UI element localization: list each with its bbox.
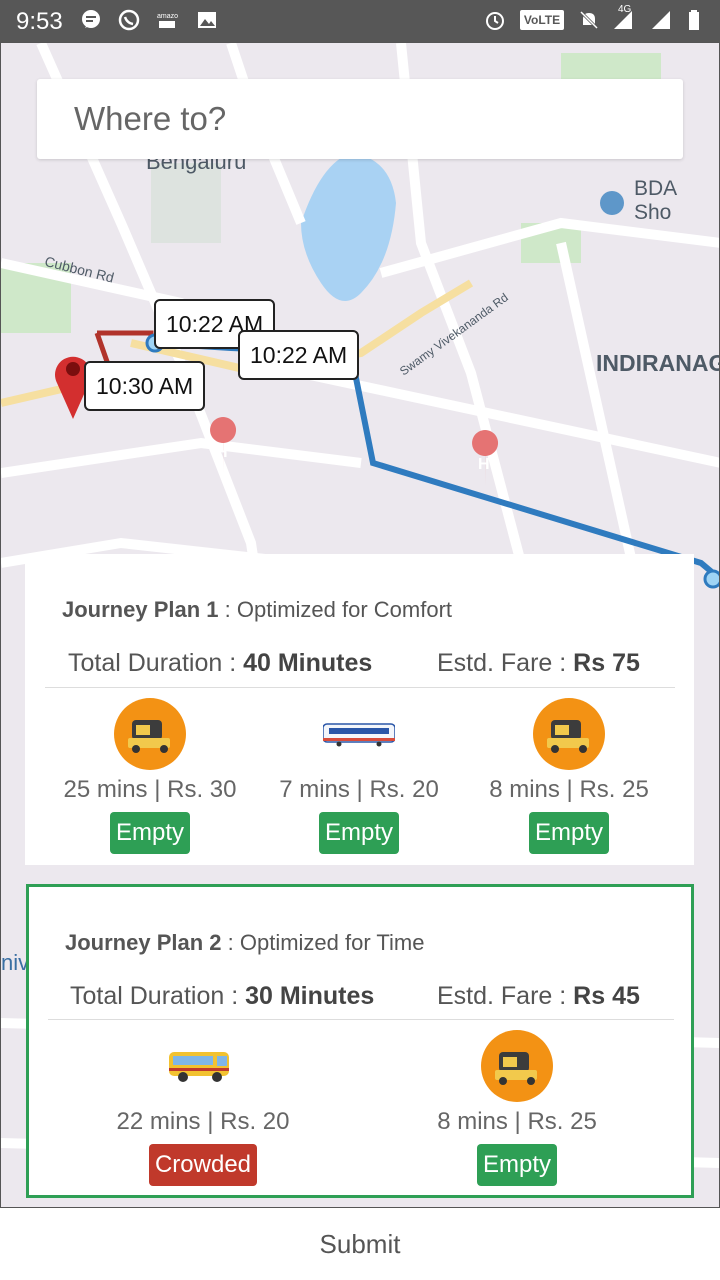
journey-leg[interactable]: 8 mins | Rs. 25 Empty [407, 1030, 627, 1186]
map-label-univ: niv [1, 950, 30, 975]
leg-info: 7 mins | Rs. 20 [279, 776, 439, 803]
journey-plan-card-1[interactable]: Journey Plan 1 : Optimized for Comfort T… [25, 554, 694, 865]
status-badge: Crowded [148, 1144, 258, 1186]
journey-plan-card-2[interactable]: Journey Plan 2 : Optimized for Time Tota… [26, 884, 694, 1198]
image-icon [198, 12, 216, 28]
estimated-fare: Estd. Fare : Rs 75 [437, 649, 640, 677]
estimated-fare: Estd. Fare : Rs 45 [437, 982, 640, 1010]
search-input[interactable] [72, 99, 656, 139]
leg-info: 22 mins | Rs. 20 [116, 1108, 290, 1135]
journey-leg[interactable]: 8 mins | Rs. 25 Empty [459, 698, 679, 854]
divider [48, 1019, 674, 1020]
battery-icon [689, 10, 699, 30]
status-badge: Empty [476, 1144, 557, 1186]
mute-icon [579, 10, 599, 30]
status-badge: Empty [109, 812, 190, 854]
amazon-icon: amazon [157, 13, 178, 28]
message-icon [82, 10, 100, 28]
plan-title: Journey Plan 2 : Optimized for Time [65, 930, 425, 955]
bus-icon [167, 1030, 239, 1102]
metro-train-icon [322, 698, 396, 770]
alarm-icon [486, 12, 504, 30]
hospital-icon: H [216, 444, 228, 461]
total-duration: Total Duration : 40 Minutes [68, 649, 373, 677]
status-bar: 9:53 amazon VoLTE 4G [0, 0, 720, 42]
leg-info: 8 mins | Rs. 25 [489, 776, 649, 803]
status-time: 9:53 [16, 8, 63, 35]
submit-button[interactable]: Submit [0, 1208, 720, 1280]
status-badge: Empty [528, 812, 609, 854]
auto-rickshaw-icon [481, 1030, 553, 1102]
signal-icon [652, 11, 670, 29]
journey-leg[interactable]: 25 mins | Rs. 30 Empty [40, 698, 260, 854]
journey-leg[interactable]: 22 mins | Rs. 20 Crowded [93, 1030, 313, 1186]
divider [45, 687, 675, 688]
auto-rickshaw-icon [114, 698, 186, 770]
time-marker[interactable]: 10:30 AM [84, 361, 206, 411]
search-box[interactable] [37, 79, 683, 159]
svg-text:amazon: amazon [157, 13, 178, 20]
total-duration: Total Duration : 30 Minutes [70, 982, 375, 1010]
network-label: 4G [618, 4, 632, 15]
status-badge: Empty [318, 812, 399, 854]
map-label-bda: BDA Sho [634, 177, 677, 224]
plan-title: Journey Plan 1 : Optimized for Comfort [62, 597, 453, 622]
time-marker[interactable]: 10:22 AM [238, 330, 360, 380]
auto-rickshaw-icon [533, 698, 605, 770]
hospital-icon: H [478, 456, 490, 473]
whatsapp-icon [118, 9, 140, 31]
journey-leg[interactable]: 7 mins | Rs. 20 Empty [249, 698, 469, 854]
map-label-indiranagar: INDIRANAG [596, 350, 720, 376]
leg-info: 25 mins | Rs. 30 [63, 776, 237, 803]
volte-icon: VoLTE [520, 10, 564, 30]
leg-info: 8 mins | Rs. 25 [437, 1108, 597, 1135]
bottom-bar: Submit [0, 1208, 720, 1280]
